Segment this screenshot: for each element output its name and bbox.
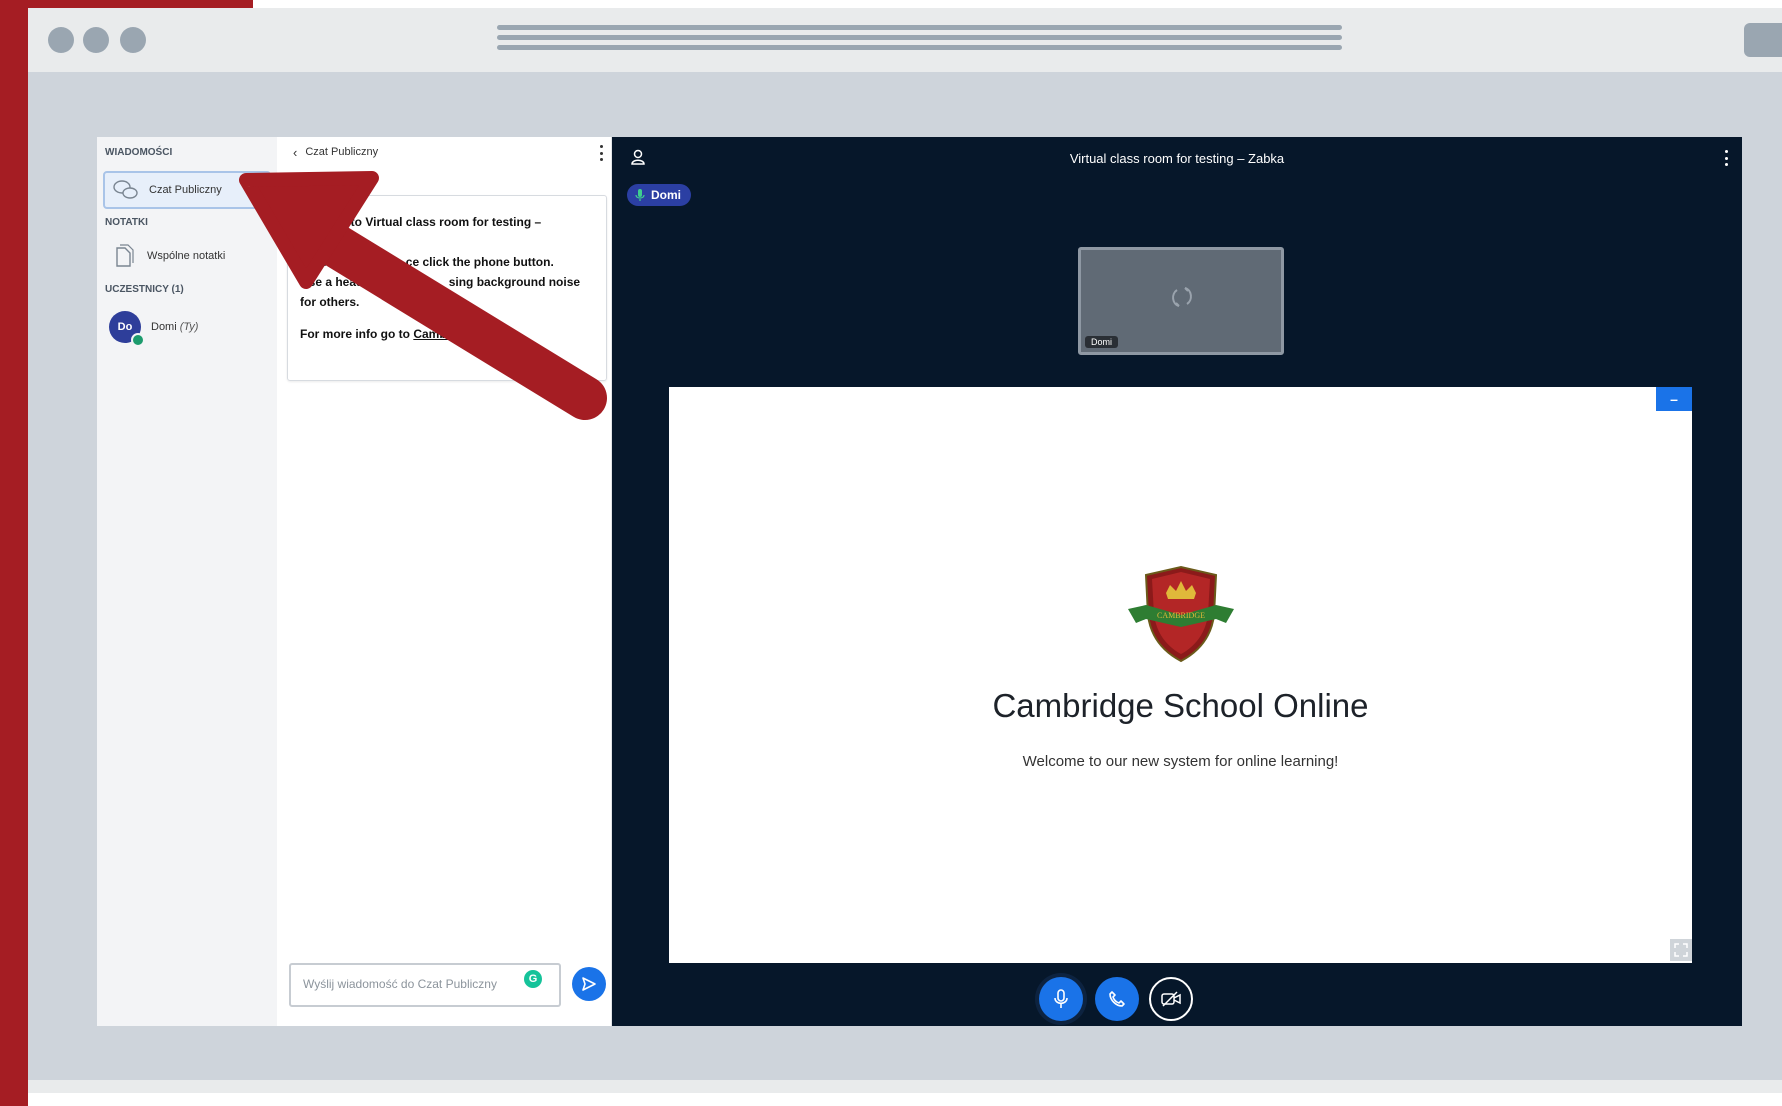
presentation-slide: – CAMBRIDGE Cambridge School Online Welc… xyxy=(669,387,1692,963)
window-maximize-dot[interactable] xyxy=(120,27,146,53)
talking-indicator: Domi xyxy=(627,184,691,206)
chevron-left-icon[interactable]: ‹ xyxy=(293,145,297,160)
sync-icon xyxy=(1172,287,1192,307)
sidebar-item-label: Czat Publiczny xyxy=(149,184,222,196)
participant-row[interactable]: Do Domi (Ty) xyxy=(103,305,271,349)
chat-bubbles-icon xyxy=(113,178,139,202)
sidebar-item-public-chat[interactable]: Czat Publiczny xyxy=(103,171,271,209)
chat-header: ‹ Czat Publiczny xyxy=(277,137,611,167)
browser-toolbar xyxy=(28,8,1782,72)
grammarly-icon[interactable]: G xyxy=(524,970,542,988)
info-link[interactable]: Cambridg xyxy=(413,327,469,341)
browser-bottom-bar xyxy=(28,1080,1782,1093)
sidebar: WIADOMOŚCI Czat Publiczny NOTATKI Wspóln… xyxy=(97,137,277,1026)
meeting-app: WIADOMOŚCI Czat Publiczny NOTATKI Wspóln… xyxy=(97,137,1742,1026)
address-bar[interactable] xyxy=(497,25,1342,55)
browser-menu-button[interactable] xyxy=(1744,23,1782,57)
minimize-presentation-button[interactable]: – xyxy=(1656,387,1692,411)
webcam-user-label: Domi xyxy=(1085,336,1119,348)
window-close-dot[interactable] xyxy=(48,27,74,53)
school-crest-logo: CAMBRIDGE xyxy=(1128,565,1234,663)
share-webcam-button[interactable] xyxy=(1149,977,1193,1021)
webcam-tile[interactable]: Domi xyxy=(1078,247,1284,355)
slide-subtitle: Welcome to our new system for online lea… xyxy=(1022,753,1339,770)
meeting-options-icon[interactable] xyxy=(1725,150,1729,166)
slide-title: Cambridge School Online xyxy=(992,687,1369,724)
microphone-icon xyxy=(1054,989,1068,1008)
voice-status-icon xyxy=(131,333,145,347)
window-minimize-dot[interactable] xyxy=(83,27,109,53)
messages-section-title: WIADOMOŚCI xyxy=(105,147,173,158)
sidebar-item-label: Wspólne notatki xyxy=(147,250,226,262)
chat-message-input[interactable]: Wyślij wiadomość do Czat Publiczny G xyxy=(289,963,561,1007)
notes-section-title: NOTATKI xyxy=(105,217,148,228)
meeting-title: Virtual class room for testing – Zabka xyxy=(1069,151,1285,166)
send-icon xyxy=(582,977,596,991)
leave-audio-button[interactable] xyxy=(1095,977,1139,1021)
participant-name: Domi (Ty) xyxy=(151,321,199,333)
welcome-message: me to Virtual class room for testing – T… xyxy=(287,195,607,381)
decorative-red-top xyxy=(0,0,253,8)
mute-button[interactable] xyxy=(1039,977,1083,1021)
phone-icon xyxy=(1109,991,1125,1007)
fullscreen-icon[interactable] xyxy=(1670,939,1692,961)
sidebar-item-shared-notes[interactable]: Wspólne notatki xyxy=(103,237,271,275)
send-message-button[interactable] xyxy=(572,967,606,1001)
camera-off-icon xyxy=(1161,991,1181,1007)
participants-section-title: UCZESTNICY (1) xyxy=(105,284,184,295)
chat-options-icon[interactable] xyxy=(600,145,604,161)
avatar: Do xyxy=(109,311,145,347)
main-stage: Virtual class room for testing – Zabka D… xyxy=(612,137,1742,1026)
decorative-red-bar xyxy=(0,0,28,1106)
svg-text:CAMBRIDGE: CAMBRIDGE xyxy=(1157,611,1205,620)
document-icon xyxy=(111,244,137,268)
microphone-icon xyxy=(635,189,645,201)
chat-title: Czat Publiczny xyxy=(305,146,379,158)
chat-panel: ‹ Czat Publiczny me to Virtual class roo… xyxy=(277,137,612,1026)
